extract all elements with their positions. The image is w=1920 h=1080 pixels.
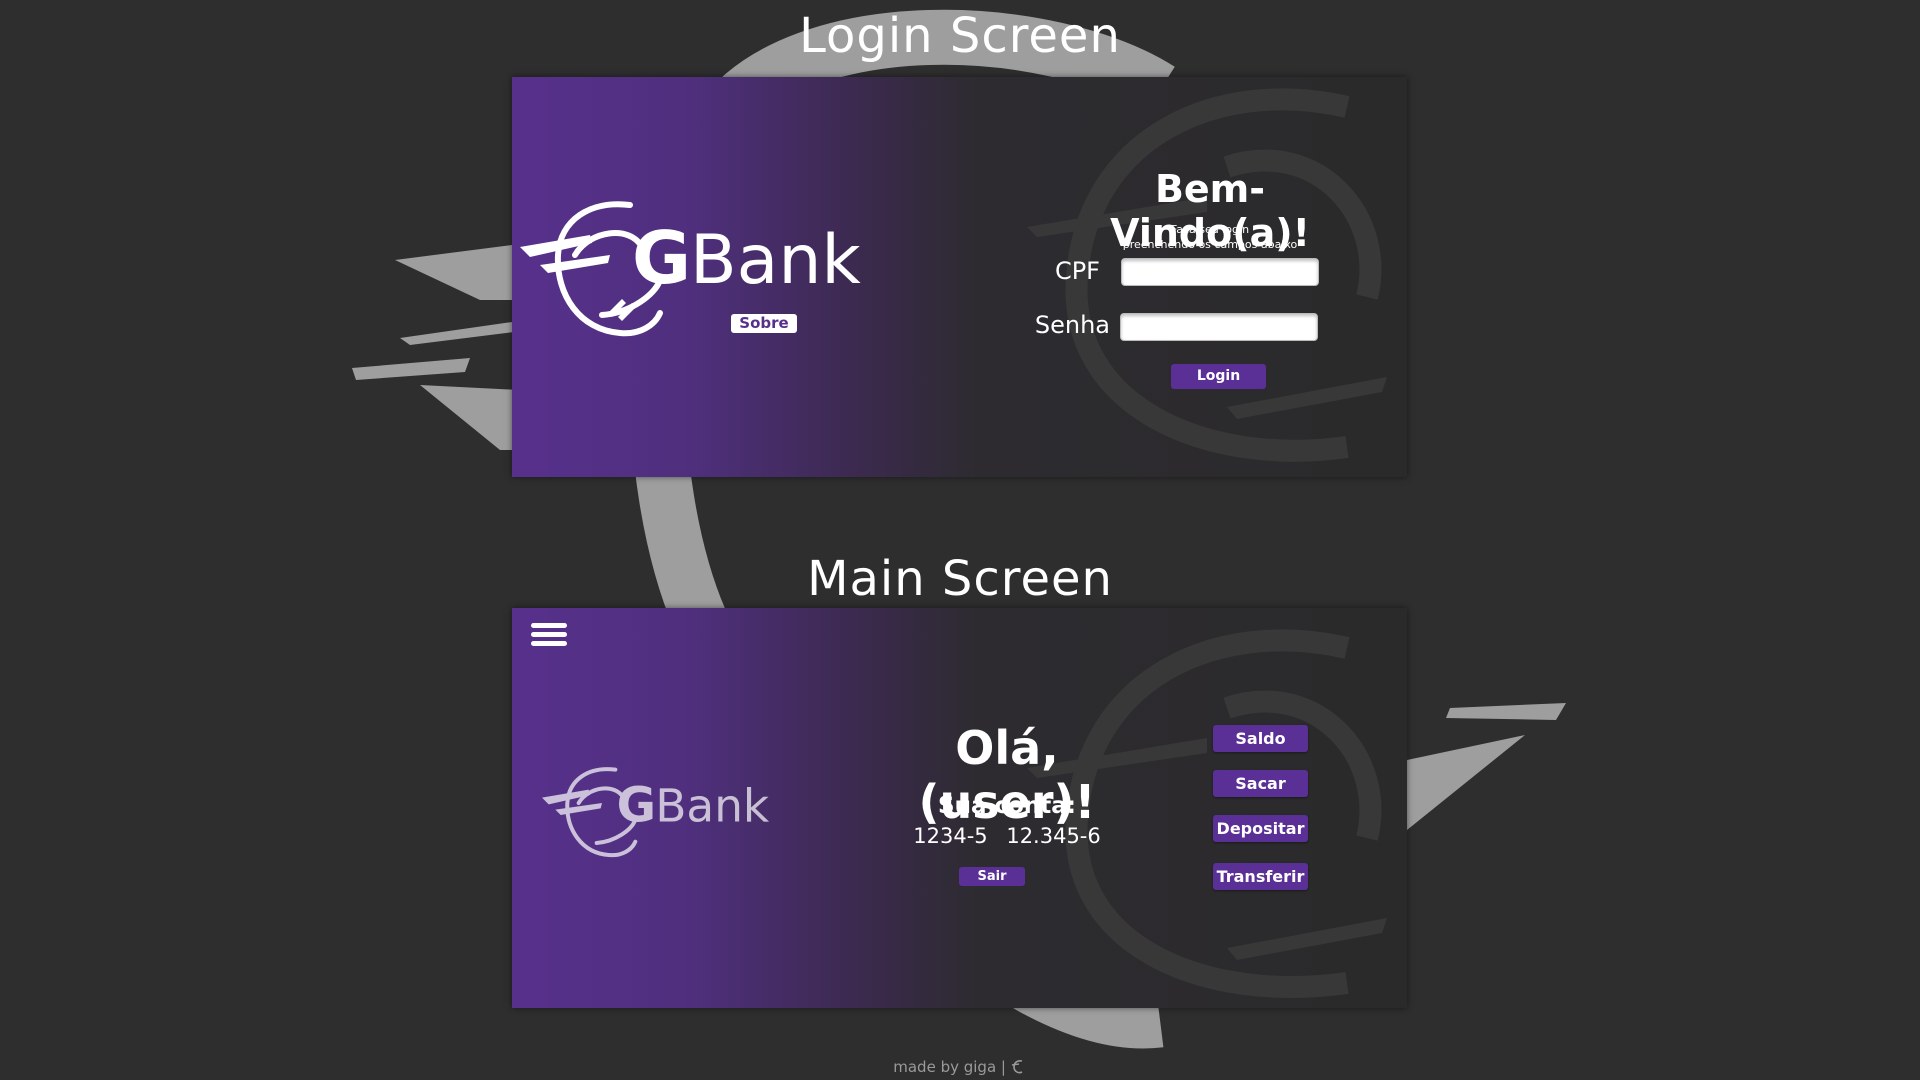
login-panel: G Bank Sobre Bem-Vindo(a)! Faça seu logi… — [512, 77, 1407, 477]
login-section-title: Login Screen — [799, 8, 1121, 64]
gbank-logo-icon: G Bank — [520, 201, 861, 337]
login-hint-line2: preenchendo os campos abaixo — [1122, 238, 1298, 251]
gbank-logo-icon: G Bank — [542, 767, 770, 858]
footer: made by giga | — [0, 1058, 1920, 1076]
cpf-label: CPF — [1054, 257, 1100, 285]
login-button[interactable]: Login — [1171, 364, 1266, 389]
about-button[interactable]: Sobre — [731, 314, 797, 333]
balance-button[interactable]: Saldo — [1213, 725, 1308, 752]
hamburger-menu-icon[interactable] — [531, 623, 567, 653]
main-section-title: Main Screen — [807, 551, 1113, 607]
gbank-mini-icon — [1011, 1060, 1023, 1074]
account-label: Sua conta: — [938, 793, 1076, 819]
agency-number: 1234-5 — [913, 824, 988, 848]
password-label: Senha — [1034, 311, 1110, 339]
transfer-button[interactable]: Transferir — [1213, 863, 1308, 890]
footer-text: made by giga | — [893, 1058, 1006, 1076]
main-panel: G Bank Olá, (user)! Sua conta: 1234-5 12… — [512, 608, 1407, 1008]
cpf-input[interactable] — [1121, 258, 1319, 286]
login-hint: Faça seu login preenchendo os campos aba… — [1060, 222, 1360, 252]
brand-g: G — [617, 778, 656, 834]
password-input[interactable] — [1120, 313, 1318, 341]
logout-button[interactable]: Sair — [959, 867, 1025, 886]
withdraw-button[interactable]: Sacar — [1213, 770, 1308, 797]
page: Login Screen G Bank Sobre Bem-Vindo(a)! … — [0, 0, 1920, 1080]
brand-name: Bank — [690, 221, 861, 300]
login-hint-line1: Faça seu login — [1170, 223, 1250, 236]
deposit-button[interactable]: Depositar — [1213, 815, 1308, 842]
account-number: 12.345-6 — [1006, 824, 1101, 848]
brand-name: Bank — [655, 780, 770, 833]
account-numbers: 1234-5 12.345-6 — [862, 824, 1152, 848]
brand-g: G — [632, 216, 691, 300]
